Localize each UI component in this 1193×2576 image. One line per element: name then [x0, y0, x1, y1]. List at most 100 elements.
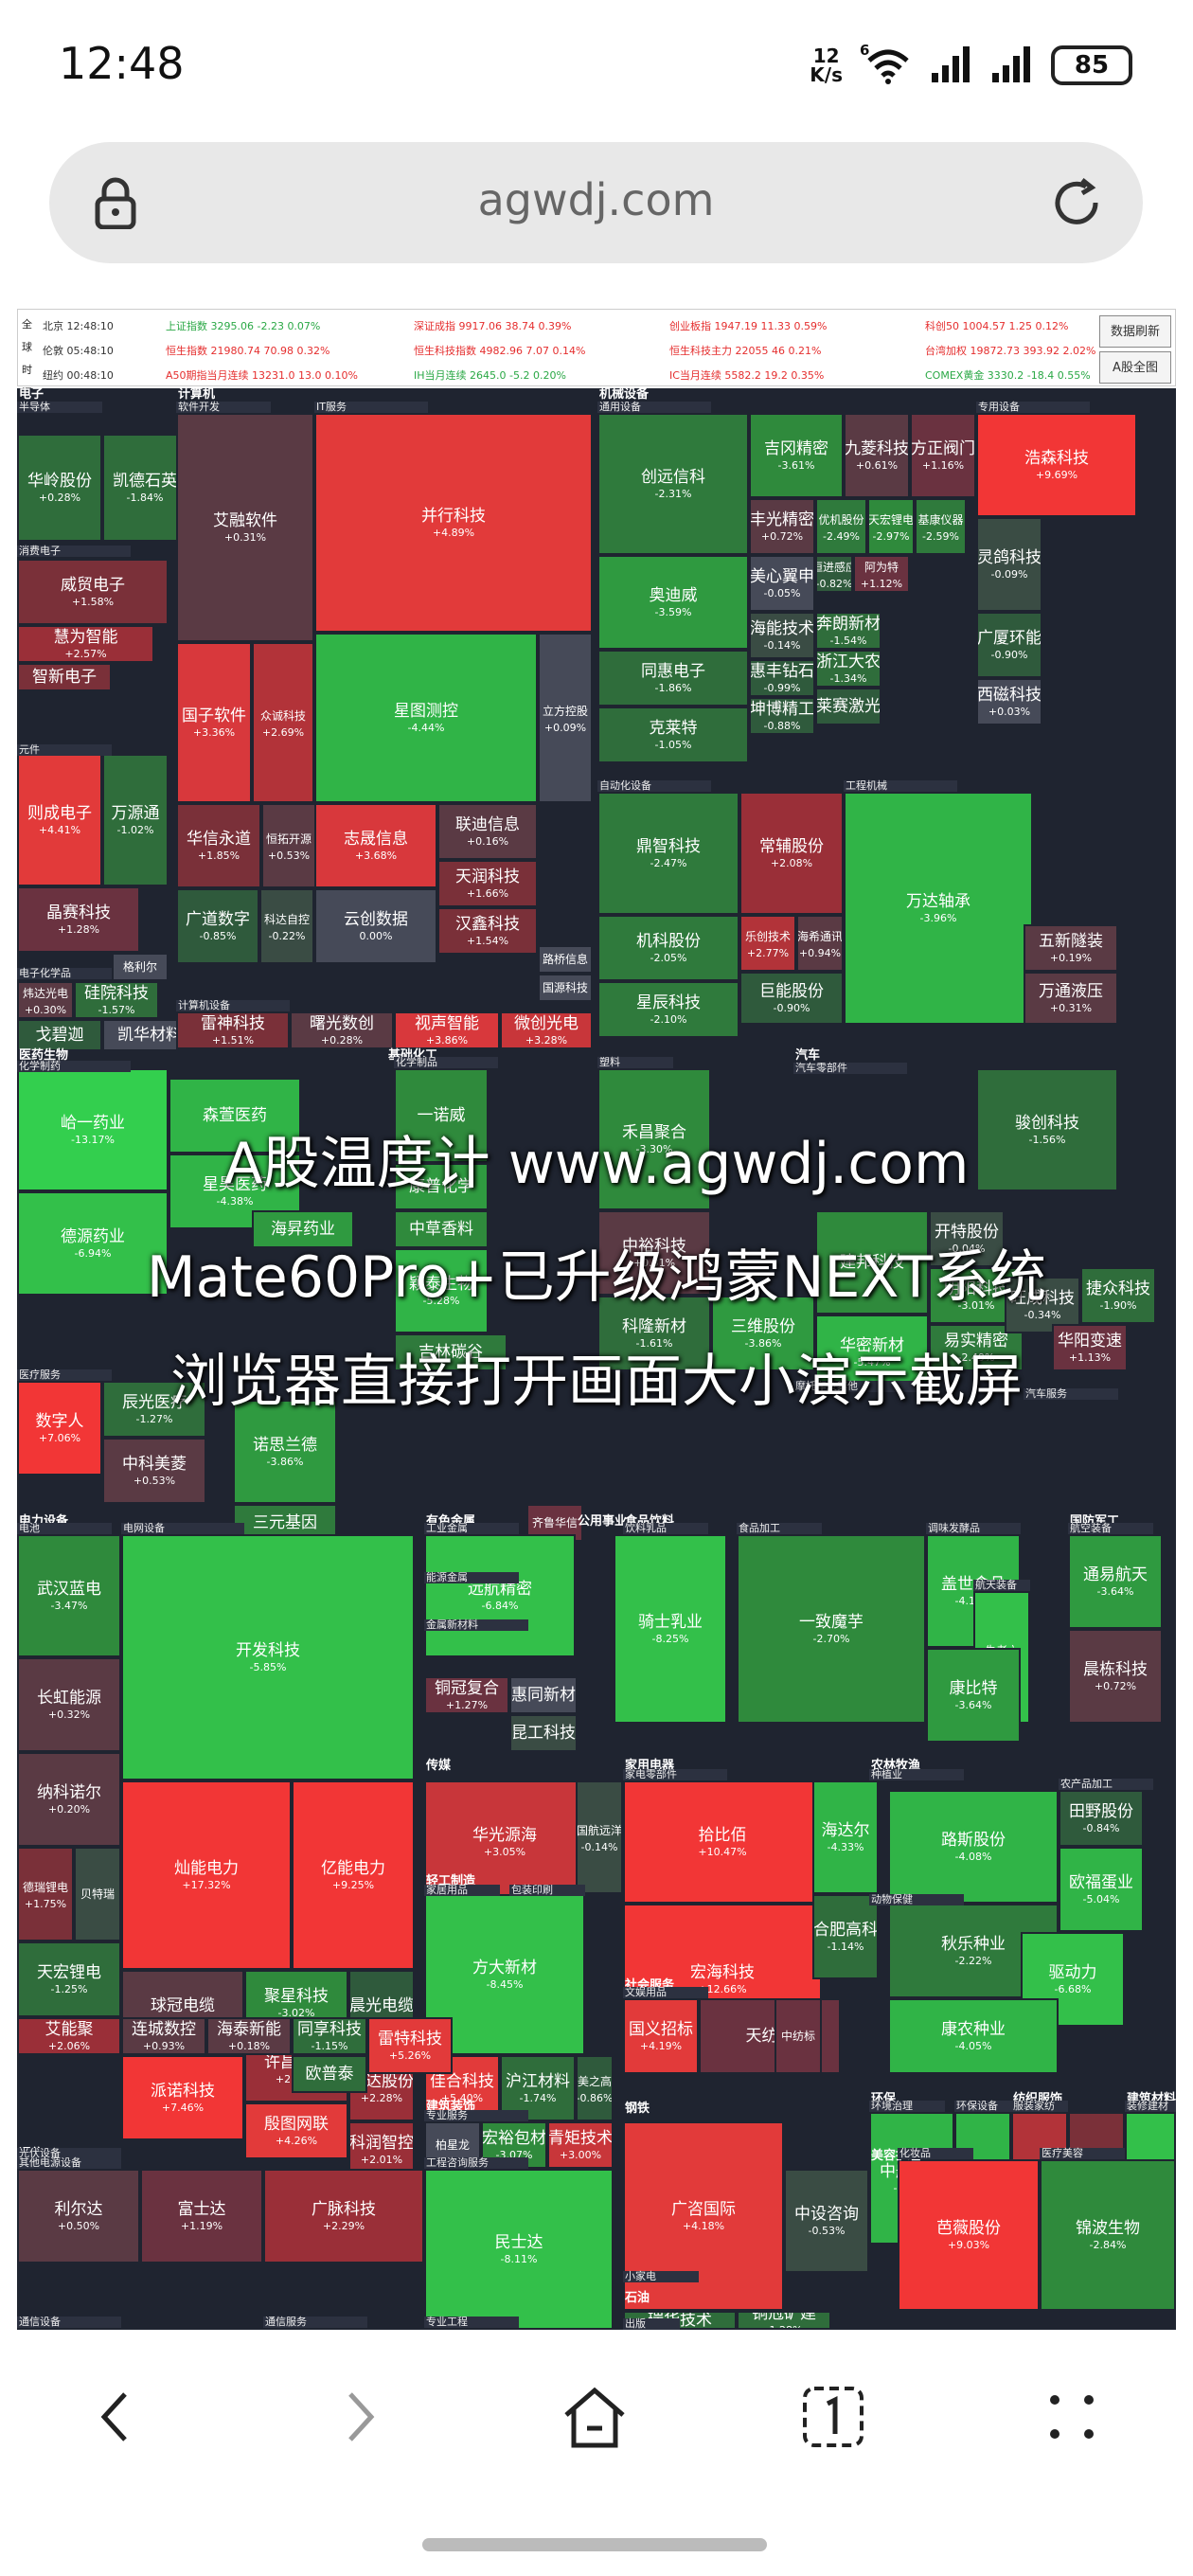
- stock-tile[interactable]: 五新隧装 +0.19%: [1024, 924, 1118, 972]
- stock-tile[interactable]: 优机股份 -2.49%: [815, 498, 867, 555]
- stock-tile[interactable]: 九菱科技 +0.61%: [844, 413, 910, 498]
- stock-tile[interactable]: 康农种业 -4.05%: [888, 1998, 1059, 2074]
- stock-tile[interactable]: 莱赛激光: [815, 688, 881, 725]
- stock-tile[interactable]: 硅院科技 -1.57%: [74, 981, 159, 1019]
- stock-tile[interactable]: 拾比佰 +10.47%: [623, 1780, 822, 1904]
- stock-tile[interactable]: 惠同新材: [509, 1676, 578, 1714]
- stock-tile[interactable]: 凯德石英 -1.84%: [102, 434, 187, 542]
- stock-tile[interactable]: 星辰科技 -2.10%: [597, 981, 739, 1038]
- stock-tile[interactable]: 贝特瑞: [74, 1847, 121, 1941]
- stock-tile[interactable]: 国源科技: [538, 974, 593, 1002]
- stock-tile[interactable]: 欧福蛋业 -5.04%: [1059, 1847, 1144, 1932]
- stock-tile[interactable]: 华岭股份 +0.28%: [17, 434, 102, 542]
- stock-tile[interactable]: 民士达 -8.11%: [424, 2169, 614, 2330]
- address-bar[interactable]: agwdj.com: [49, 142, 1143, 263]
- stock-tile[interactable]: 同惠电子 -1.86%: [597, 650, 749, 707]
- stock-tile[interactable]: 巨能股份 -0.90%: [739, 972, 844, 1025]
- sector-header[interactable]: 公用事业: [576, 1515, 627, 1529]
- sector-header[interactable]: 机械设备: [597, 388, 649, 402]
- stock-tile[interactable]: 阿为特 +1.12%: [853, 555, 910, 593]
- stock-tile[interactable]: 科达自控 -0.22%: [259, 888, 314, 964]
- stock-tile[interactable]: 海能技术 -0.14%: [749, 612, 815, 659]
- stock-tile[interactable]: 铜冠复合 +1.27%: [424, 1676, 509, 1714]
- stock-tile[interactable]: 智新电子: [17, 663, 112, 691]
- stock-tile[interactable]: 炜达光电 +0.30%: [17, 981, 74, 1019]
- stock-tile[interactable]: 西磁科技 +0.03%: [976, 678, 1042, 725]
- stock-tile[interactable]: 中设咨询 -0.53%: [784, 2169, 869, 2273]
- stock-tile[interactable]: 艾能聚 +2.06%: [17, 2017, 121, 2055]
- stock-tile[interactable]: 则成电子 +4.41%: [17, 754, 102, 886]
- stock-tile[interactable]: 坤博精工 -0.88%: [749, 697, 815, 735]
- stock-tile[interactable]: 亿能电力 +9.25%: [292, 1780, 415, 1970]
- stock-tile[interactable]: 广厦环能 -0.90%: [976, 612, 1042, 678]
- stock-tile[interactable]: 海达尔 -4.33%: [812, 1780, 879, 1894]
- stock-tile[interactable]: 富士达 +1.19%: [140, 2169, 263, 2263]
- stock-tile[interactable]: 芭薇股份 +9.03%: [898, 2159, 1040, 2311]
- stock-tile[interactable]: 殷图网联 +4.26%: [244, 2102, 348, 2159]
- stock-tile[interactable]: 欧普泰: [292, 2055, 367, 2093]
- stock-tile[interactable]: 惠丰钻石 -0.99%: [749, 659, 815, 697]
- stock-tile[interactable]: 浩森科技 +9.69%: [976, 413, 1137, 517]
- reload-icon[interactable]: [1048, 174, 1105, 235]
- stock-tile[interactable]: 慧为智能 +2.57%: [17, 625, 154, 663]
- stock-tile[interactable]: 方正阀门 +1.16%: [910, 413, 976, 498]
- stock-tile[interactable]: 华信永道 +1.85%: [176, 803, 261, 888]
- stock-tile[interactable]: 微创光电 +3.28%: [500, 1011, 593, 1049]
- stock-tile[interactable]: 曙光数创 +0.28%: [290, 1011, 394, 1049]
- stock-tile[interactable]: 国子软件 +3.36%: [176, 642, 252, 803]
- stock-tile[interactable]: 志晟信息 +3.68%: [314, 803, 437, 888]
- stock-tile[interactable]: 并行科技 +4.89%: [314, 413, 593, 633]
- stock-tile[interactable]: 奥迪威 -3.59%: [597, 555, 749, 650]
- stock-tile[interactable]: 国航远洋 -0.14%: [576, 1780, 623, 1894]
- stock-tile[interactable]: 常辅股份 +2.08%: [739, 792, 844, 915]
- stock-tile[interactable]: 派诺科技 +7.46%: [121, 2055, 244, 2140]
- stock-tile[interactable]: 广脉科技 +2.29%: [263, 2169, 424, 2263]
- stock-tile[interactable]: 同享科技 -1.15%: [292, 2017, 367, 2055]
- stock-tile[interactable]: 克莱特 -1.05%: [597, 707, 749, 763]
- stock-tile[interactable]: 武汉蓝电 -3.47%: [17, 1534, 121, 1657]
- stock-tile[interactable]: 开发科技 -5.85%: [121, 1534, 415, 1780]
- stock-tile[interactable]: 格利尔: [112, 953, 169, 981]
- url-text[interactable]: agwdj.com: [49, 174, 1143, 225]
- stock-tile[interactable]: 合肥高科 -1.14%: [812, 1894, 879, 1979]
- sector-header[interactable]: 电子: [17, 388, 44, 402]
- stock-tile[interactable]: 丰光精密 +0.72%: [749, 498, 815, 555]
- stock-tile[interactable]: 骑士乳业 -8.25%: [614, 1534, 727, 1724]
- stock-tile[interactable]: 天宏锂电 -2.97%: [867, 498, 915, 555]
- sector-header[interactable]: 传媒: [424, 1760, 451, 1773]
- stock-tile[interactable]: 广道数字 -0.85%: [176, 888, 259, 964]
- stock-tile[interactable]: 中科美菱 +0.53%: [102, 1438, 206, 1504]
- stock-tile[interactable]: 天润科技 +1.66%: [437, 860, 538, 907]
- stock-tile[interactable]: 汉鑫科技 +1.54%: [437, 907, 538, 955]
- stock-tile[interactable]: 德瑞锂电 +1.75%: [17, 1847, 74, 1941]
- gesture-handle[interactable]: [422, 2538, 767, 2551]
- stock-tile[interactable]: 万通液压 +0.31%: [1024, 972, 1118, 1025]
- stock-tile[interactable]: 万达轴承 -3.96%: [844, 792, 1033, 1025]
- stock-tile[interactable]: 星图测控 -4.44%: [314, 633, 538, 803]
- stock-tile[interactable]: 广咨国际 +4.18%: [623, 2121, 784, 2311]
- stock-tile[interactable]: 美之高 -0.86%: [576, 2055, 614, 2121]
- stock-tile[interactable]: 海泰新能 +0.18%: [206, 2017, 292, 2055]
- stock-tile[interactable]: 晶赛科技 +1.28%: [17, 886, 140, 953]
- stock-tile[interactable]: 众诚科技 +2.69%: [252, 642, 314, 803]
- stock-tile[interactable]: 灵鸽科技 -0.09%: [976, 517, 1042, 612]
- stock-tile[interactable]: 康比特 -3.64%: [926, 1648, 1021, 1743]
- stock-tile[interactable]: 长虹能源 +0.32%: [17, 1657, 121, 1752]
- stock-tile[interactable]: 鼎智科技 -2.47%: [597, 792, 739, 915]
- full-map-button[interactable]: A股全图: [1099, 351, 1171, 384]
- sector-header[interactable]: 石油: [623, 2292, 650, 2305]
- stock-tile[interactable]: 恒拓开源 +0.53%: [261, 803, 316, 888]
- stock-tile[interactable]: 戈碧迦: [17, 1019, 102, 1051]
- stock-tile[interactable]: 联迪信息 +0.16%: [437, 803, 538, 860]
- stock-tile[interactable]: 连城数控 +0.93%: [121, 2017, 206, 2055]
- stock-tile[interactable]: 乐创技术 +2.77%: [739, 915, 796, 972]
- sector-header[interactable]: 钢铁: [623, 2102, 650, 2116]
- stock-tile[interactable]: 国义招标 +4.19%: [623, 1998, 699, 2074]
- sector-header[interactable]: 计算机: [176, 388, 215, 402]
- stock-tile[interactable]: 路桥信息: [538, 945, 593, 974]
- forward-button[interactable]: [312, 2371, 407, 2466]
- stock-tile[interactable]: 浙江大农 -1.34%: [815, 650, 881, 688]
- stock-tile[interactable]: 雷神科技 +1.51%: [176, 1011, 290, 1049]
- menu-button[interactable]: [1024, 2371, 1119, 2466]
- stock-tile[interactable]: 铜冠矿建 -1.28%: [737, 2311, 831, 2330]
